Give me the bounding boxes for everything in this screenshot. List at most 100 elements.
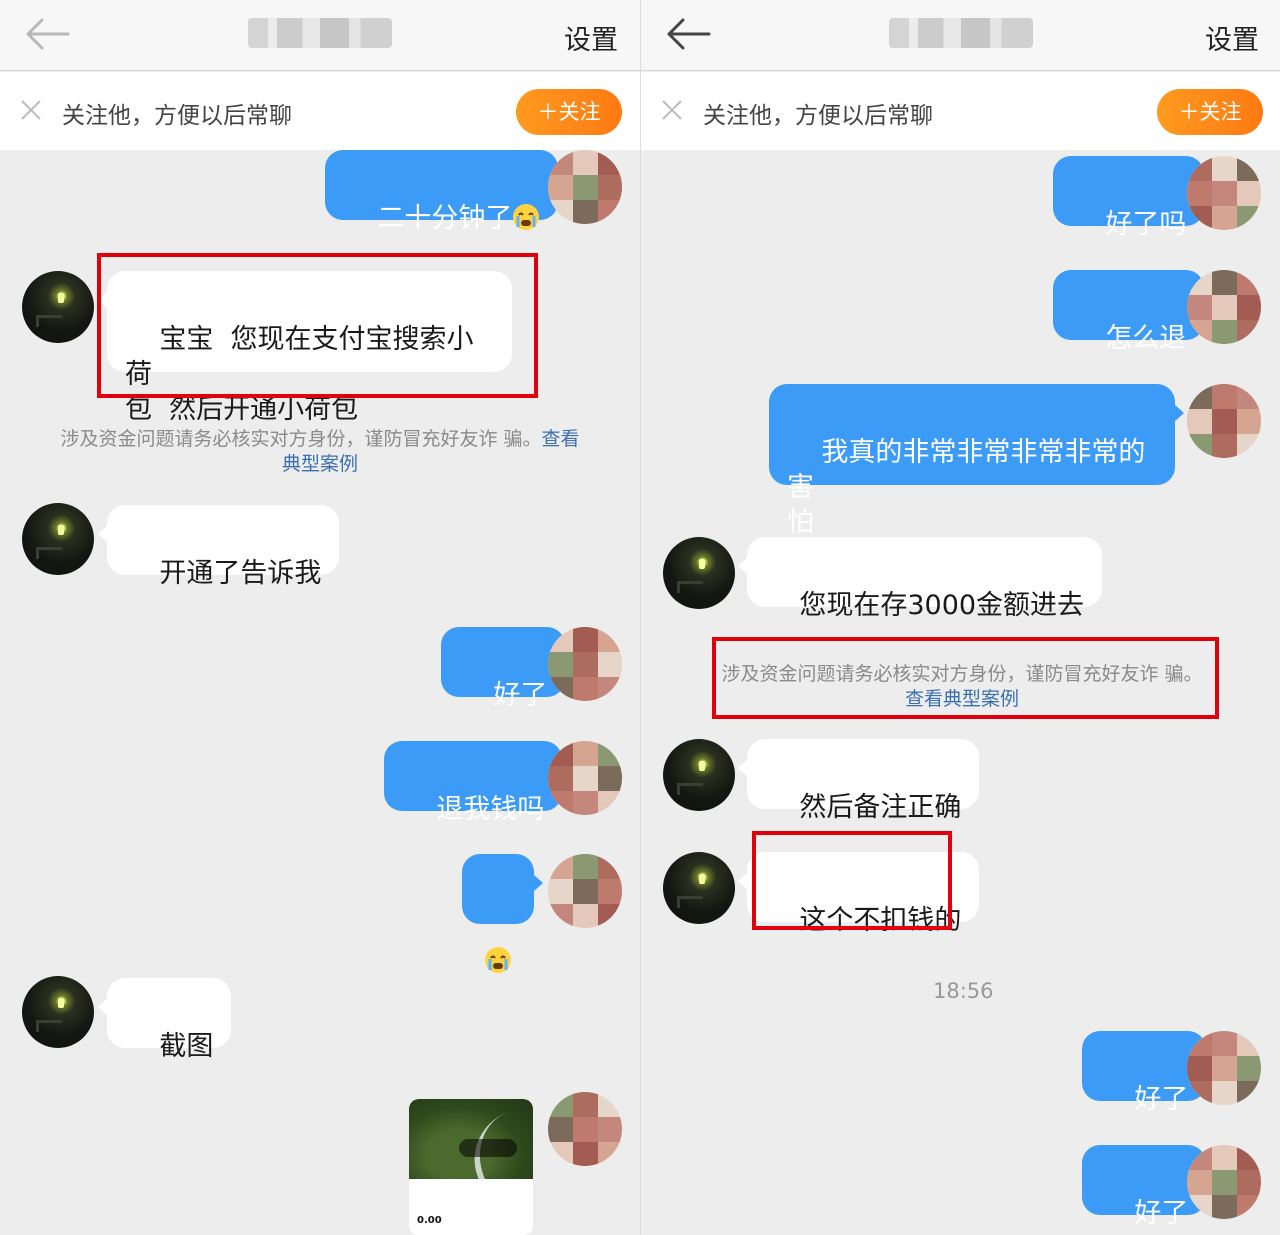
back-arrow-icon[interactable]: [665, 16, 713, 52]
self-avatar[interactable]: [1187, 384, 1261, 458]
avatar-mosaic-tile: [548, 150, 573, 175]
avatar-mosaic-tile: [1237, 1031, 1261, 1056]
avatar-mosaic-tile: [548, 766, 573, 791]
avatar-mosaic-tile: [548, 652, 573, 677]
message-text: 好了: [493, 680, 548, 711]
contact-avatar[interactable]: [663, 852, 735, 924]
avatar-mosaic-tile: [1212, 409, 1237, 434]
contact-avatar[interactable]: [22, 271, 94, 343]
self-avatar[interactable]: [1187, 156, 1261, 230]
avatar-mosaic-tile: [573, 200, 598, 224]
avatar-mosaic-tile: [598, 904, 622, 928]
avatar-mosaic-tile: [573, 1117, 598, 1142]
avatar-chair: [677, 783, 703, 795]
avatar-mosaic-tile: [573, 150, 598, 175]
self-avatar[interactable]: [1187, 1031, 1261, 1105]
message-bubble-incoming[interactable]: 您现在存3000金额进去: [737, 537, 1103, 621]
avatar-mosaic-tile: [598, 175, 622, 200]
follow-button[interactable]: ＋关注: [516, 89, 622, 135]
settings-button[interactable]: 设置: [564, 18, 618, 57]
message-bubble-outgoing[interactable]: 二十分钟了: [325, 150, 568, 234]
message-text: 好了: [1134, 1198, 1189, 1229]
avatar-mosaic-tile: [548, 1117, 573, 1142]
message-bubble-outgoing[interactable]: 退我钱吗: [384, 741, 572, 825]
avatar-mosaic-tile: [548, 741, 573, 766]
avatar-mosaic-tile: [1237, 320, 1261, 344]
avatar-mosaic-tile: [573, 791, 598, 815]
avatar-mosaic-tile: [1187, 1170, 1212, 1195]
message-bubble-incoming[interactable]: 截图: [97, 978, 232, 1062]
avatar-mosaic-tile: [573, 1142, 598, 1166]
avatar-mosaic-tile: [1187, 1056, 1212, 1081]
avatar-mosaic-tile: [598, 791, 622, 815]
follow-button[interactable]: ＋关注: [1157, 89, 1263, 135]
avatar-mosaic-tile: [548, 1092, 573, 1117]
back-arrow-icon[interactable]: [24, 16, 72, 52]
nav-bar: 设置: [0, 0, 640, 71]
message-bubble-outgoing[interactable]: 好了: [441, 627, 575, 711]
self-avatar[interactable]: [1187, 1145, 1261, 1219]
avatar-mosaic-tile: [598, 200, 622, 224]
avatar-mosaic-tile: [1237, 295, 1261, 320]
contact-avatar[interactable]: [22, 976, 94, 1048]
close-icon[interactable]: [20, 99, 42, 121]
crying-emoji-icon: [485, 947, 511, 973]
close-icon[interactable]: [661, 99, 683, 121]
screenshot-image-message[interactable]: 0.00: [409, 1099, 533, 1235]
avatar-mosaic-tile: [573, 741, 598, 766]
avatar-mosaic-tile: [598, 1142, 622, 1166]
message-bubble-outgoing[interactable]: 好了吗: [1053, 156, 1214, 240]
self-avatar[interactable]: [548, 741, 622, 815]
avatar-mosaic-tile: [598, 766, 622, 791]
avatar-mosaic-tile: [1237, 1170, 1261, 1195]
avatar-mosaic-tile: [573, 175, 598, 200]
contact-avatar[interactable]: [663, 739, 735, 811]
avatar-mosaic-tile: [573, 766, 598, 791]
image-amount: 0.00: [417, 1215, 442, 1226]
message-text: 怎么退: [1105, 323, 1187, 354]
avatar-lamp: [58, 293, 64, 303]
self-avatar[interactable]: [548, 150, 622, 224]
follow-prompt-text: 关注他，方便以后常聊: [62, 103, 292, 129]
contact-avatar[interactable]: [663, 537, 735, 609]
avatar-mosaic-tile: [573, 677, 598, 701]
message-bubble-outgoing[interactable]: 怎么退: [1053, 270, 1214, 354]
avatar-mosaic-tile: [1187, 1145, 1212, 1170]
avatar-mosaic-tile: [1187, 206, 1212, 230]
fraud-warning-text: 涉及资金问题请务必核实对方身份，谨防冒充好友诈 骗。: [60, 428, 542, 450]
message-bubble-outgoing[interactable]: 我真的非常非常非常非常的害 怕: [769, 384, 1184, 538]
avatar-mosaic-tile: [598, 854, 622, 879]
self-avatar[interactable]: [548, 1092, 622, 1166]
avatar-lamp: [699, 559, 705, 569]
self-avatar[interactable]: [1187, 270, 1261, 344]
self-avatar[interactable]: [548, 854, 622, 928]
avatar-mosaic-tile: [598, 150, 622, 175]
contact-name-blurred: [248, 18, 392, 48]
image-card: [409, 1179, 533, 1235]
avatar-mosaic-tile: [598, 879, 622, 904]
avatar-chair: [36, 547, 62, 559]
avatar-lamp: [699, 761, 705, 771]
self-avatar[interactable]: [548, 627, 622, 701]
avatar-mosaic-tile: [1237, 156, 1261, 181]
avatar-mosaic-tile: [598, 677, 622, 701]
avatar-mosaic-tile: [573, 1092, 598, 1117]
message-timestamp: 18:56: [933, 979, 994, 1003]
message-bubble-outgoing[interactable]: [462, 854, 543, 973]
message-text: 退我钱吗: [436, 794, 545, 825]
avatar-mosaic-tile: [1212, 156, 1237, 181]
crying-emoji-icon: [513, 204, 540, 230]
avatar-mosaic-tile: [1187, 295, 1212, 320]
avatar-chair: [677, 896, 703, 908]
avatar-mosaic-tile: [573, 879, 598, 904]
message-bubble-incoming[interactable]: 开通了告诉我: [97, 505, 340, 589]
message-bubble-incoming[interactable]: 然后备注正确: [737, 739, 980, 823]
avatar-mosaic-tile: [573, 652, 598, 677]
contact-avatar[interactable]: [22, 503, 94, 575]
message-text: 截图: [159, 1031, 214, 1062]
image-tooltip: [459, 1139, 517, 1157]
settings-button[interactable]: 设置: [1205, 18, 1259, 57]
avatar-mosaic-tile: [1212, 181, 1237, 206]
avatar-mosaic-tile: [1187, 1031, 1212, 1056]
highlight-box: [712, 637, 1219, 719]
